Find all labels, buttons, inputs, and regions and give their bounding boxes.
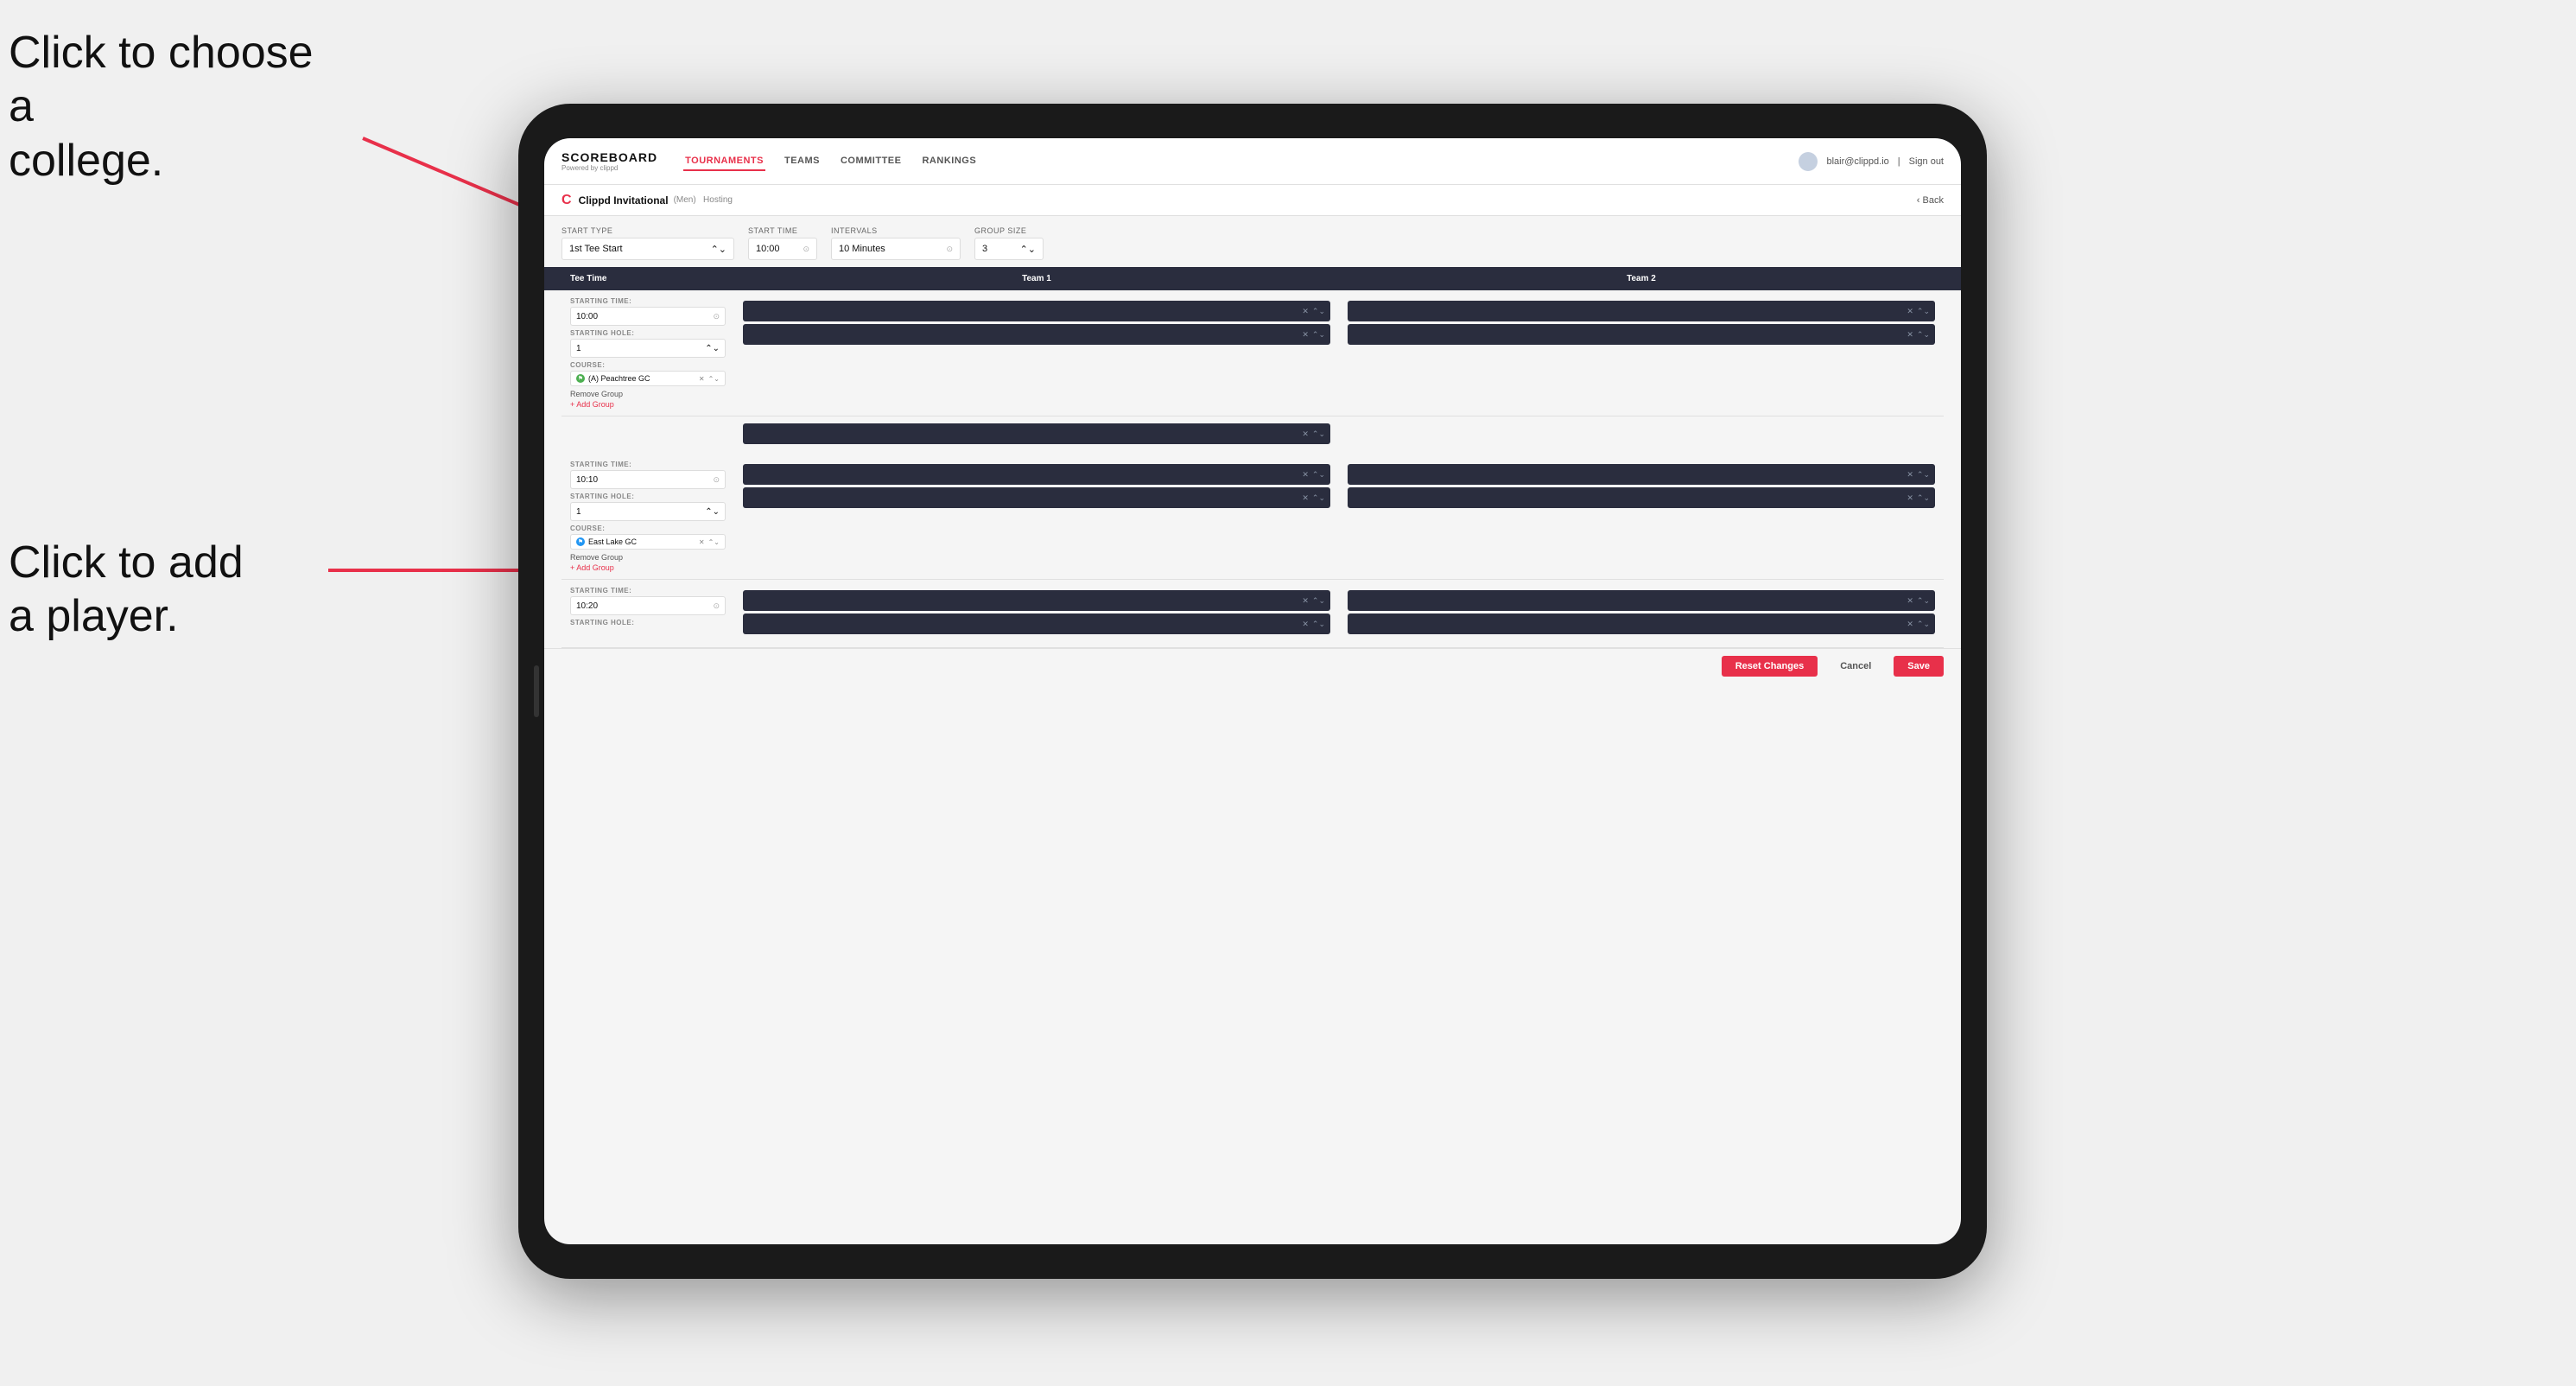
add-group-1[interactable]: + Add Group: [570, 400, 726, 409]
event-name: Clippd Invitational: [579, 194, 669, 207]
starting-time-label-3: STARTING TIME:: [570, 587, 726, 594]
annotation-choose-college: Click to choose a college.: [9, 26, 337, 188]
player-slot-1-1[interactable]: ✕ ⌃⌄: [743, 301, 1330, 321]
team2-players-3: ✕ ⌃⌄ ✕ ⌃⌄: [1339, 587, 1944, 640]
annotation-add-player: Click to add a player.: [9, 536, 337, 644]
annotation-line4: a player.: [9, 591, 179, 641]
sign-out-link[interactable]: Sign out: [1909, 156, 1944, 167]
course-label-1: COURSE:: [570, 361, 726, 369]
table-row: STARTING TIME: 10:00 ⊙ STARTING HOLE: 1 …: [562, 290, 1944, 416]
user-email: blair@clippd.io: [1826, 156, 1888, 167]
player-slot-6-1[interactable]: ✕ ⌃⌄: [1348, 590, 1935, 611]
add-group-2[interactable]: + Add Group: [570, 563, 726, 572]
intervals-label: Intervals: [831, 226, 961, 235]
table-row: STARTING TIME: 10:20 ⊙ STARTING HOLE: ✕ …: [562, 580, 1944, 648]
nav-right: blair@clippd.io | Sign out: [1799, 152, 1944, 171]
brand-title: SCOREBOARD: [562, 150, 657, 164]
remove-group-1[interactable]: Remove Group: [570, 390, 726, 398]
group-left-2: STARTING TIME: 10:10 ⊙ STARTING HOLE: 1 …: [562, 461, 734, 572]
intervals-group: Intervals 10 Minutes ⊙: [831, 226, 961, 260]
separator: |: [1898, 156, 1900, 167]
group-actions-1: Remove Group + Add Group: [570, 390, 726, 409]
group-actions-2: Remove Group + Add Group: [570, 553, 726, 572]
starting-time-value-2[interactable]: 10:10 ⊙: [570, 470, 726, 489]
clippd-logo: C: [562, 193, 572, 208]
player-slot-1-2[interactable]: ✕ ⌃⌄: [743, 324, 1330, 345]
nav-link-rankings[interactable]: RANKINGS: [920, 152, 978, 171]
starting-hole-value-2[interactable]: 1 ⌃⌄: [570, 502, 726, 521]
start-type-group: Start Type 1st Tee Start ⌃⌄: [562, 226, 734, 260]
col-tee-time: Tee Time: [562, 267, 734, 290]
table-row: ✕ ⌃⌄: [562, 416, 1944, 454]
form-row: Start Type 1st Tee Start ⌃⌄ Start Time 1…: [544, 216, 1961, 267]
player-slot-3-2[interactable]: ✕ ⌃⌄: [743, 487, 1330, 508]
cancel-button[interactable]: Cancel: [1826, 656, 1885, 677]
starting-time-value-1[interactable]: 10:00 ⊙: [570, 307, 726, 326]
team2-players-2: ✕ ⌃⌄ ✕ ⌃⌄: [1339, 461, 1944, 572]
nav-link-committee[interactable]: COMMITTEE: [839, 152, 904, 171]
sub-header: C Clippd Invitational (Men) Hosting ‹ Ba…: [544, 185, 1961, 216]
table-row: STARTING TIME: 10:10 ⊙ STARTING HOLE: 1 …: [562, 454, 1944, 580]
start-time-input[interactable]: 10:00 ⊙: [748, 238, 817, 260]
brand: SCOREBOARD Powered by clippd: [562, 150, 657, 172]
gender-badge: (Men) Hosting: [674, 195, 733, 205]
start-time-label: Start Time: [748, 226, 817, 235]
team1-extra-1: ✕ ⌃⌄: [734, 420, 1339, 450]
start-time-group: Start Time 10:00 ⊙: [748, 226, 817, 260]
group-size-label: Group Size: [974, 226, 1044, 235]
tee-table-body: STARTING TIME: 10:00 ⊙ STARTING HOLE: 1 …: [544, 290, 1961, 648]
starting-hole-value-1[interactable]: 1 ⌃⌄: [570, 339, 726, 358]
team1-players-3: ✕ ⌃⌄ ✕ ⌃⌄: [734, 587, 1339, 640]
tablet-side-button: [534, 665, 539, 717]
annotation-line2: college.: [9, 136, 163, 186]
starting-hole-label-3: STARTING HOLE:: [570, 619, 726, 626]
tablet-screen: SCOREBOARD Powered by clippd TOURNAMENTS…: [544, 138, 1961, 1244]
group-left-3: STARTING TIME: 10:20 ⊙ STARTING HOLE:: [562, 587, 734, 640]
nav-link-teams[interactable]: TEAMS: [783, 152, 822, 171]
starting-hole-label-1: STARTING HOLE:: [570, 329, 726, 337]
group-size-select[interactable]: 3 ⌃⌄: [974, 238, 1044, 260]
player-slot-2-1[interactable]: ✕ ⌃⌄: [1348, 301, 1935, 321]
tablet-frame: SCOREBOARD Powered by clippd TOURNAMENTS…: [518, 104, 1987, 1279]
player-slot-4-2[interactable]: ✕ ⌃⌄: [1348, 487, 1935, 508]
save-button[interactable]: Save: [1894, 656, 1944, 677]
avatar: [1799, 152, 1818, 171]
nav-link-tournaments[interactable]: TOURNAMENTS: [683, 152, 765, 171]
tee-table-header: Tee Time Team 1 Team 2: [544, 267, 1961, 290]
starting-hole-label-2: STARTING HOLE:: [570, 493, 726, 500]
start-type-select[interactable]: 1st Tee Start ⌃⌄: [562, 238, 734, 260]
course-label-2: COURSE:: [570, 525, 726, 532]
intervals-select[interactable]: 10 Minutes ⊙: [831, 238, 961, 260]
course-tag-1[interactable]: ⚑ (A) Peachtree GC ✕ ⌃⌄: [570, 371, 726, 386]
player-slot-4-1[interactable]: ✕ ⌃⌄: [1348, 464, 1935, 485]
start-type-label: Start Type: [562, 226, 734, 235]
annotation-line3: Click to add: [9, 537, 244, 588]
starting-time-label-2: STARTING TIME:: [570, 461, 726, 468]
starting-time-label-1: STARTING TIME:: [570, 297, 726, 305]
remove-group-2[interactable]: Remove Group: [570, 553, 726, 562]
col-team2: Team 2: [1339, 267, 1944, 290]
back-button[interactable]: ‹ Back: [1917, 195, 1944, 206]
player-slot-3-1[interactable]: ✕ ⌃⌄: [743, 464, 1330, 485]
col-team1: Team 1: [734, 267, 1339, 290]
annotation-line1: Click to choose a: [9, 28, 314, 131]
player-slot-2-2[interactable]: ✕ ⌃⌄: [1348, 324, 1935, 345]
starting-time-value-3[interactable]: 10:20 ⊙: [570, 596, 726, 615]
player-slot-5-1[interactable]: ✕ ⌃⌄: [743, 590, 1330, 611]
navbar: SCOREBOARD Powered by clippd TOURNAMENTS…: [544, 138, 1961, 185]
main-content: Start Type 1st Tee Start ⌃⌄ Start Time 1…: [544, 216, 1961, 1244]
course-tag-2[interactable]: ⚑ East Lake GC ✕ ⌃⌄: [570, 534, 726, 550]
footer-actions: Reset Changes Cancel Save: [544, 648, 1961, 683]
nav-links: TOURNAMENTS TEAMS COMMITTEE RANKINGS: [683, 152, 1799, 171]
group-left-1: STARTING TIME: 10:00 ⊙ STARTING HOLE: 1 …: [562, 297, 734, 409]
team1-players-1: ✕ ⌃⌄ ✕ ⌃⌄: [734, 297, 1339, 409]
group-size-group: Group Size 3 ⌃⌄: [974, 226, 1044, 260]
reset-button[interactable]: Reset Changes: [1722, 656, 1818, 677]
brand-subtitle: Powered by clippd: [562, 164, 657, 172]
player-slot-5-2[interactable]: ✕ ⌃⌄: [743, 614, 1330, 634]
team2-players-1: ✕ ⌃⌄ ✕ ⌃⌄: [1339, 297, 1944, 409]
team1-players-2: ✕ ⌃⌄ ✕ ⌃⌄: [734, 461, 1339, 572]
player-slot-6-2[interactable]: ✕ ⌃⌄: [1348, 614, 1935, 634]
player-slot-extra-1[interactable]: ✕ ⌃⌄: [743, 423, 1330, 444]
